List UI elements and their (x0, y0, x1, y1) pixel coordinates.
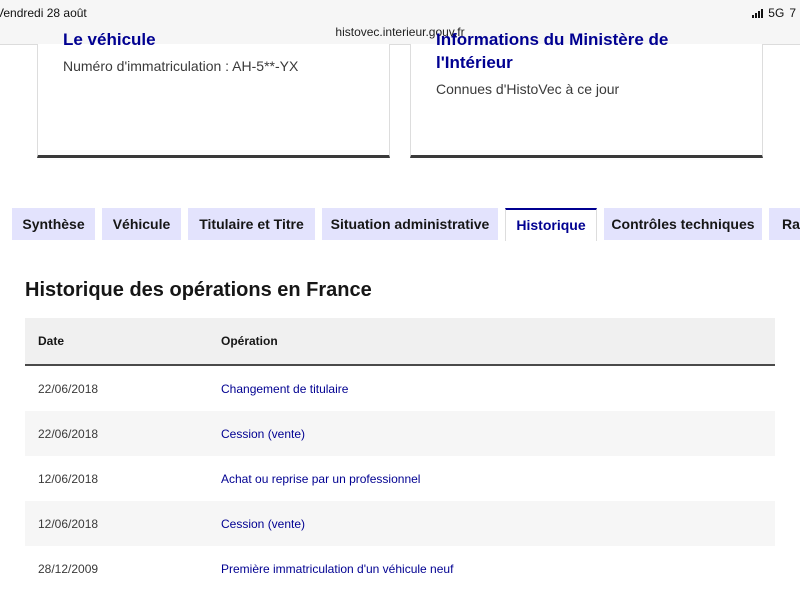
row-date: 22/06/2018 (38, 427, 99, 441)
history-title: Historique des opérations en France (25, 279, 372, 301)
history-table: Date Opération 22/06/2018 Changement de … (25, 318, 775, 591)
ministry-info-card: Informations du Ministère de l'Intérieur… (410, 30, 763, 158)
row-date: 22/06/2018 (38, 382, 99, 396)
row-operation: Cession (vente) (221, 427, 306, 441)
tab-rapport[interactable]: Rapport (769, 208, 800, 240)
vehicle-card-title: Le véhicule (63, 30, 156, 49)
tab-vehicule[interactable]: Véhicule (102, 208, 181, 240)
ministry-card-title: Informations du Ministère de l'Intérieur (436, 30, 669, 72)
row-date: 28/12/2009 (38, 562, 99, 576)
table-row: 12/06/2018 Achat ou reprise par un profe… (25, 456, 775, 501)
battery-label: 7 (789, 6, 796, 20)
tab-titulaire[interactable]: Titulaire et Titre (188, 208, 315, 240)
report-tabs: Synthèse Véhicule Titulaire et Titre Sit… (0, 208, 800, 242)
row-date: 12/06/2018 (38, 517, 99, 531)
table-row: 22/06/2018 Cession (vente) (25, 411, 775, 456)
table-row: 12/06/2018 Cession (vente) (25, 501, 775, 546)
tab-synthese[interactable]: Synthèse (12, 208, 95, 240)
column-header-date: Date (38, 334, 65, 348)
row-operation: Cession (vente) (221, 517, 306, 531)
network-label: 5G (768, 6, 785, 20)
row-operation: Changement de titulaire (221, 382, 349, 396)
table-row: 22/06/2018 Changement de titulaire (25, 366, 775, 411)
ministry-card-subtitle: Connues d'HistoVec à ce jour (436, 81, 620, 97)
status-datetime: Vendredi 28 août (0, 6, 87, 20)
status-indicators: 5G 7 (752, 6, 796, 20)
vehicle-card: Le véhicule Numéro d'immatriculation : A… (37, 30, 390, 158)
column-header-operation: Opération (221, 334, 278, 348)
tab-historique[interactable]: Historique (505, 208, 597, 242)
table-row: 28/12/2009 Première immatriculation d'un… (25, 546, 775, 591)
row-operation: Première immatriculation d'un véhicule n… (221, 562, 454, 576)
registration-number: Numéro d'immatriculation : AH-5**-YX (63, 58, 299, 74)
row-operation: Achat ou reprise par un professionnel (221, 472, 421, 486)
history-panel: Historique des opérations en France Date… (0, 241, 800, 600)
ios-status-bar: Vendredi 28 août 5G 7 (0, 0, 800, 24)
row-date: 12/06/2018 (38, 472, 99, 486)
table-header: Date Opération (25, 318, 775, 366)
signal-icon (752, 8, 764, 18)
tab-controles-techniques[interactable]: Contrôles techniques (604, 208, 762, 240)
tab-situation-administrative[interactable]: Situation administrative (322, 208, 498, 240)
